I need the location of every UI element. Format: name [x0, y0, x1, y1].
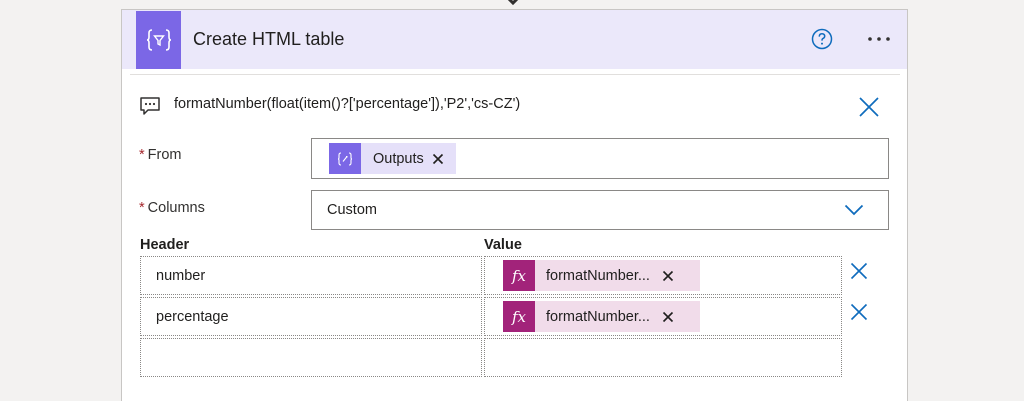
create-html-table-card: Create HTML table formatNumber(float(ite…	[121, 9, 908, 401]
close-icon[interactable]	[858, 96, 880, 118]
more-horizontal-icon[interactable]	[864, 30, 894, 48]
outputs-token[interactable]: Outputs	[329, 143, 456, 174]
close-icon[interactable]	[662, 311, 674, 323]
close-icon[interactable]	[850, 262, 868, 280]
fx-icon: fx	[503, 260, 535, 291]
expression-token[interactable]: fx formatNumber...	[503, 301, 700, 332]
close-icon[interactable]	[850, 303, 868, 321]
columns-label-text: Columns	[147, 200, 205, 216]
header-cell-1[interactable]: number	[140, 256, 482, 295]
header-divider	[130, 74, 900, 75]
from-label: * From	[139, 147, 182, 163]
help-circle-icon[interactable]	[811, 28, 833, 50]
close-icon[interactable]	[432, 153, 444, 165]
header-cell-text: percentage	[156, 309, 229, 325]
connector-arrow-icon	[507, 0, 519, 6]
header-cell-2[interactable]: percentage	[140, 297, 482, 336]
required-mark: *	[139, 200, 145, 216]
expression-token[interactable]: fx formatNumber...	[503, 260, 700, 291]
header-column-title: Header	[140, 237, 190, 253]
expression-token-label: formatNumber...	[546, 308, 650, 325]
columns-selected-value: Custom	[327, 202, 377, 218]
action-title: Create HTML table	[193, 29, 345, 49]
comment-icon	[140, 97, 160, 115]
columns-dropdown[interactable]: Custom	[311, 190, 889, 230]
outputs-token-label: Outputs	[373, 150, 424, 167]
action-header[interactable]: Create HTML table	[122, 10, 907, 69]
from-label-text: From	[147, 147, 182, 163]
value-cell-1[interactable]: fx formatNumber...	[484, 256, 842, 295]
value-cell-3[interactable]	[484, 338, 842, 377]
html-table-action-icon	[136, 11, 181, 69]
expression-token-label: formatNumber...	[546, 267, 650, 284]
compose-token-icon	[329, 143, 361, 174]
value-column-title: Value	[484, 237, 522, 253]
from-input[interactable]: Outputs	[311, 138, 889, 179]
close-icon[interactable]	[662, 270, 674, 282]
value-cell-2[interactable]: fx formatNumber...	[484, 297, 842, 336]
fx-icon: fx	[503, 301, 535, 332]
columns-label: * Columns	[139, 200, 205, 216]
fx-glyph: fx	[511, 307, 526, 326]
comment-text[interactable]: formatNumber(float(item()?['percentage']…	[174, 96, 520, 112]
chevron-down-icon[interactable]	[844, 204, 864, 216]
fx-glyph: fx	[511, 266, 526, 285]
header-cell-3[interactable]	[140, 338, 482, 377]
header-cell-text: number	[156, 268, 206, 284]
required-mark: *	[139, 147, 145, 163]
